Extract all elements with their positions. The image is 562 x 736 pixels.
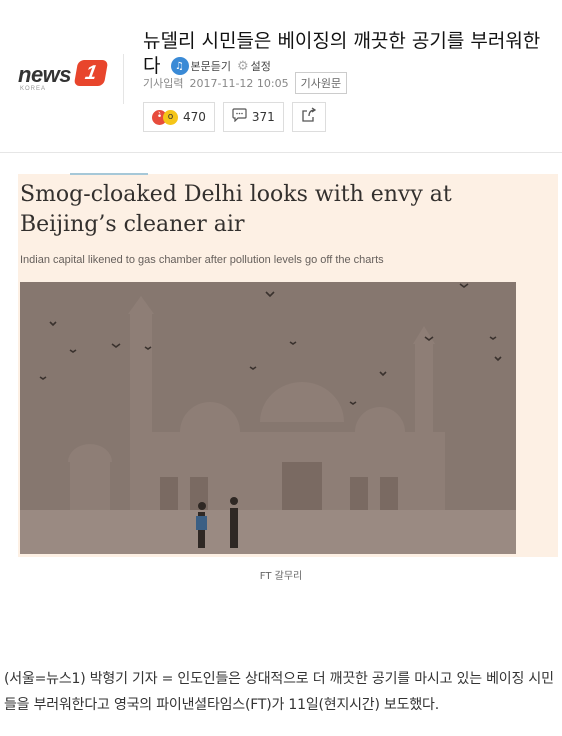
smog-mosque-photo (20, 282, 516, 554)
logo-wordmark: news (18, 62, 72, 87)
logo-subtitle: KOREA (20, 86, 47, 92)
surprised-face-icon: o (163, 109, 178, 125)
figure-caption: FT 갈무리 (259, 571, 303, 582)
reaction-bar: •̀ o 470 371 (143, 102, 326, 132)
ft-top-accent (70, 173, 148, 175)
comment-button[interactable]: 371 (222, 102, 284, 132)
news1-logo[interactable]: news 1 KOREA (18, 58, 114, 98)
logo-badge: 1 (73, 60, 109, 86)
ft-standfirst: Indian capital likened to gas chamber af… (20, 254, 384, 266)
share-icon (301, 107, 317, 127)
comment-count: 371 (251, 110, 275, 124)
header-divider (123, 54, 124, 104)
input-label: 기사입력 (143, 77, 184, 90)
article-body: (서울=뉴스1) 박형기 기자 = 인도인들은 상대적으로 더 깨끗한 공기를 … (4, 671, 554, 713)
ft-screenshot-figure: Smog-cloaked Delhi looks with envy at Be… (18, 173, 558, 557)
emotion-count: 470 (183, 110, 206, 124)
original-article-button[interactable]: 기사원문 (294, 72, 348, 94)
photo-illustration (20, 282, 516, 554)
emotion-button[interactable]: •̀ o 470 (143, 102, 215, 132)
comment-icon (232, 108, 247, 126)
timestamp: 2017-11-12 10:05 (189, 76, 289, 90)
share-button[interactable] (291, 102, 326, 132)
header-rule (0, 152, 562, 153)
ft-headline: Smog-cloaked Delhi looks with envy at Be… (20, 182, 452, 237)
article-meta: 기사입력 2017-11-12 10:05 기사원문 (143, 72, 348, 94)
emotion-icons: •̀ o (152, 109, 178, 125)
